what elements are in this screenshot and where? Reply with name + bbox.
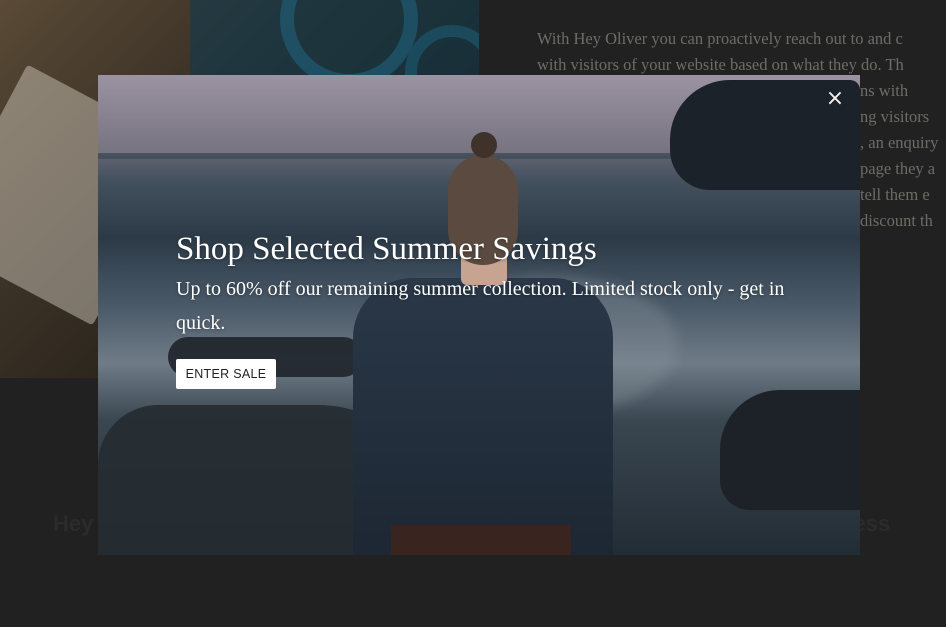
person-photo: [353, 130, 613, 555]
enter-sale-button[interactable]: ENTER SALE: [176, 359, 276, 389]
rock-shape: [720, 390, 860, 510]
promo-popup: Shop Selected Summer Savings Up to 60% o…: [98, 75, 860, 555]
close-icon[interactable]: ×: [823, 87, 847, 111]
popup-subtitle: Up to 60% off our remaining summer colle…: [176, 278, 785, 334]
popup-title: Shop Selected Summer Savings: [176, 231, 597, 267]
